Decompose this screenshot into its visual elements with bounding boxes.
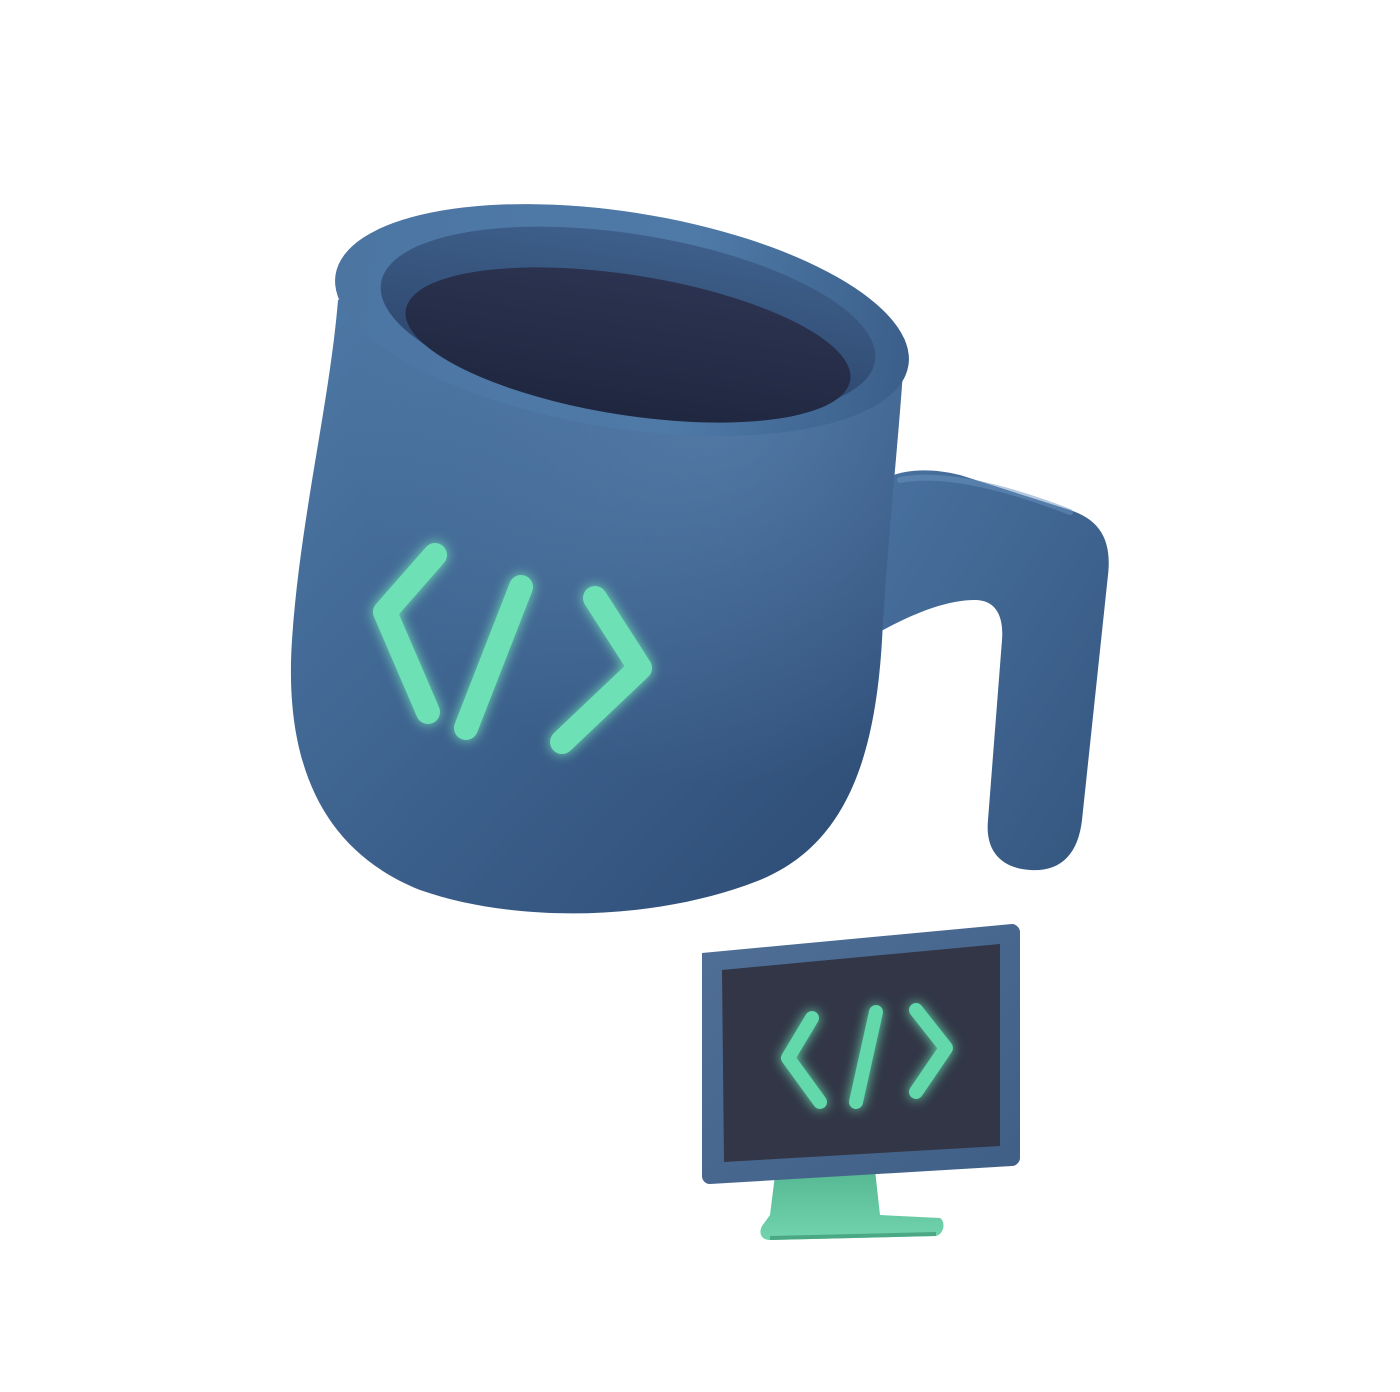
mug — [290, 204, 1109, 914]
mug-handle — [860, 470, 1109, 871]
monitor — [702, 924, 1020, 1240]
code-mug-illustration — [290, 204, 1109, 1240]
monitor-stand — [760, 1170, 944, 1240]
illustration-canvas — [0, 0, 1400, 1392]
